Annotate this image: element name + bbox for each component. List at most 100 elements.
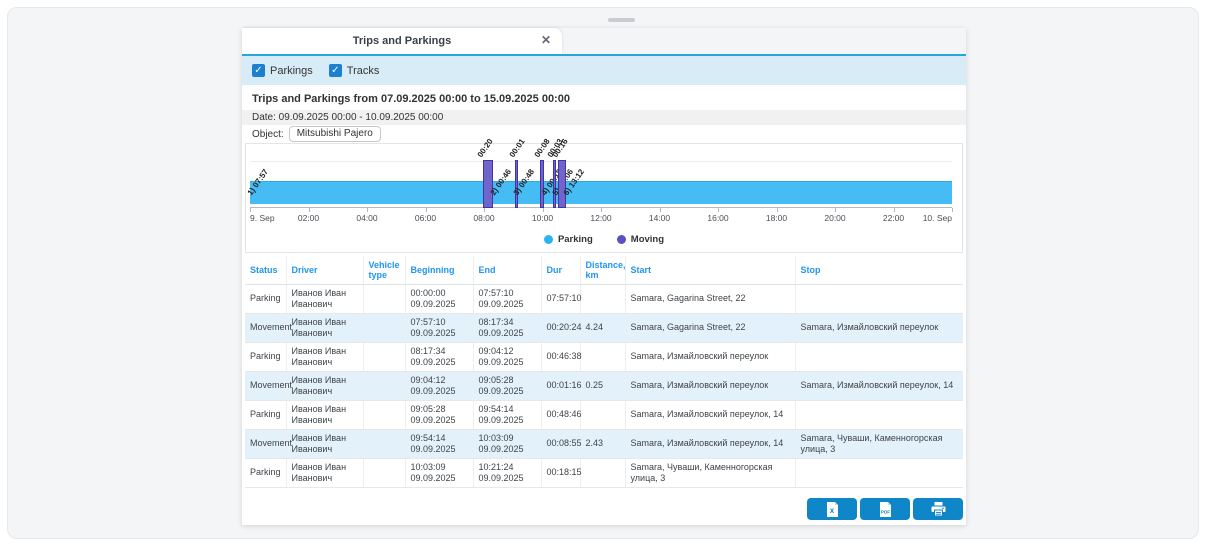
column-header-driver[interactable]: Driver <box>286 256 363 285</box>
cell-driver: Иванов Иван Иванович <box>286 285 363 314</box>
table-row[interactable]: ParkingИванов Иван Иванович08:17:3409.09… <box>245 343 963 372</box>
cell-distance <box>580 343 625 372</box>
table-row[interactable]: MovementИванов Иван Иванович09:54:1409.0… <box>245 430 963 459</box>
object-row: Object: Mitsubishi Pajero <box>242 125 966 143</box>
cell-end: 09:54:1409.09.2025 <box>473 401 541 430</box>
cell-stop <box>795 285 963 314</box>
cell-dur: 00:08:55 <box>541 430 580 459</box>
close-icon[interactable]: ✕ <box>539 33 553 47</box>
table-row[interactable]: ParkingИванов Иван Иванович00:00:0009.09… <box>245 285 963 314</box>
x-axis-tick-label: 10. Sep <box>923 213 952 223</box>
x-axis-tick <box>426 208 427 212</box>
tracks-checkbox-label: Tracks <box>347 65 380 77</box>
cell-distance: 2.43 <box>580 430 625 459</box>
moving-legend-dot-icon <box>617 235 626 244</box>
column-header-distance[interactable]: Distance, km <box>580 256 625 285</box>
table-row[interactable]: ParkingИванов Иван Иванович10:03:0909.09… <box>245 459 963 488</box>
x-axis-tick-label: 14:00 <box>649 213 670 223</box>
cell-vehicle-type <box>363 372 405 401</box>
cell-start: Samara, Чуваши, Каменногорская улица, 3 <box>625 459 795 488</box>
cell-dur: 00:20:24 <box>541 314 580 343</box>
x-axis-tick <box>777 208 778 212</box>
cell-driver: Иванов Иван Иванович <box>286 401 363 430</box>
x-axis-tick-label: 08:00 <box>473 213 494 223</box>
parking-legend-label: Parking <box>558 234 593 245</box>
column-header-stop[interactable]: Stop <box>795 256 963 285</box>
x-axis-tick-label: 22:00 <box>883 213 904 223</box>
cell-vehicle-type <box>363 285 405 314</box>
x-axis-tick-label: 06:00 <box>415 213 436 223</box>
printer-icon <box>931 502 946 516</box>
report-title: Trips and Parkings from 07.09.2025 00:00… <box>242 85 966 110</box>
cell-vehicle-type <box>363 459 405 488</box>
svg-text:x: x <box>829 506 834 515</box>
cell-dur: 00:18:15 <box>541 459 580 488</box>
cell-stop: Samara, Измайловский переулок <box>795 314 963 343</box>
cell-vehicle-type <box>363 314 405 343</box>
cell-beginning: 00:00:0009.09.2025 <box>405 285 473 314</box>
x-axis-tick-label: 16:00 <box>707 213 728 223</box>
legend-item-moving: Moving <box>617 234 664 245</box>
cell-distance: 4.24 <box>580 314 625 343</box>
parkings-checkbox[interactable]: ✓ <box>252 64 265 77</box>
cell-end: 08:17:3409.09.2025 <box>473 314 541 343</box>
x-axis-tick <box>367 208 368 212</box>
cell-end: 09:05:2809.09.2025 <box>473 372 541 401</box>
x-axis-tick <box>894 208 895 212</box>
x-axis-tick <box>718 208 719 212</box>
column-header-end[interactable]: End <box>473 256 541 285</box>
parking-legend-dot-icon <box>544 235 553 244</box>
cell-dur: 07:57:10 <box>541 285 580 314</box>
cell-status: Parking <box>245 343 286 372</box>
column-header-vehicle-type[interactable]: Vehicle type <box>363 256 405 285</box>
column-header-status[interactable]: Status <box>245 256 286 285</box>
x-axis-tick <box>250 208 251 212</box>
cell-driver: Иванов Иван Иванович <box>286 314 363 343</box>
cell-end: 09:04:1209.09.2025 <box>473 343 541 372</box>
moving-legend-label: Moving <box>631 234 664 245</box>
tracks-checkbox[interactable]: ✓ <box>329 64 342 77</box>
export-excel-button[interactable]: x <box>807 498 857 520</box>
column-header-start[interactable]: Start <box>625 256 795 285</box>
trips-and-parkings-dialog: Trips and Parkings ✕ ✓ Parkings ✓ Tracks… <box>242 28 966 525</box>
cell-dur: 00:01:16 <box>541 372 580 401</box>
cell-distance <box>580 401 625 430</box>
cell-dur: 00:48:46 <box>541 401 580 430</box>
cell-start: Samara, Измайловский переулок <box>625 343 795 372</box>
x-axis-tick <box>484 208 485 212</box>
cell-end: 07:57:1009.09.2025 <box>473 285 541 314</box>
cell-driver: Иванов Иван Иванович <box>286 430 363 459</box>
cell-beginning: 07:57:1009.09.2025 <box>405 314 473 343</box>
cell-start: Samara, Gagarina Street, 22 <box>625 314 795 343</box>
moving-bar <box>558 160 566 208</box>
drag-handle[interactable] <box>608 18 635 22</box>
x-axis-tick <box>601 208 602 212</box>
table-row[interactable]: MovementИванов Иван Иванович07:57:1009.0… <box>245 314 963 343</box>
export-pdf-button[interactable]: PDF <box>860 498 910 520</box>
x-axis-tick <box>835 208 836 212</box>
x-axis-tick-label: 12:00 <box>590 213 611 223</box>
cell-status: Movement <box>245 430 286 459</box>
filter-parkings[interactable]: ✓ Parkings <box>252 64 313 77</box>
chart-plot: 1) 07:5700:202) 00:4600:013) 00:4800:084… <box>250 144 952 208</box>
cell-status: Parking <box>245 401 286 430</box>
table-row[interactable]: MovementИванов Иван Иванович09:04:1209.0… <box>245 372 963 401</box>
column-header-beginning[interactable]: Beginning <box>405 256 473 285</box>
column-header-dur[interactable]: Dur <box>541 256 580 285</box>
filter-tracks[interactable]: ✓ Tracks <box>329 64 380 77</box>
parking-band <box>250 181 952 204</box>
trips-table: Status Driver Vehicle type Beginning End… <box>245 256 963 488</box>
cell-status: Movement <box>245 372 286 401</box>
table-header-row: Status Driver Vehicle type Beginning End… <box>245 256 963 285</box>
layer-filter-bar: ✓ Parkings ✓ Tracks <box>242 56 966 85</box>
table-row[interactable]: ParkingИванов Иван Иванович09:05:2809.09… <box>245 401 963 430</box>
object-chip[interactable]: Mitsubishi Pajero <box>289 126 381 142</box>
x-axis-tick <box>309 208 310 212</box>
tab-trips-and-parkings[interactable]: Trips and Parkings ✕ <box>242 28 562 54</box>
parkings-checkbox-label: Parkings <box>270 65 313 77</box>
export-toolbar: x PDF <box>807 498 963 520</box>
table-body: ParkingИванов Иван Иванович00:00:0009.09… <box>245 285 963 488</box>
print-button[interactable] <box>913 498 963 520</box>
timeline-chart: 1) 07:5700:202) 00:4600:013) 00:4800:084… <box>245 143 963 253</box>
cell-stop <box>795 459 963 488</box>
